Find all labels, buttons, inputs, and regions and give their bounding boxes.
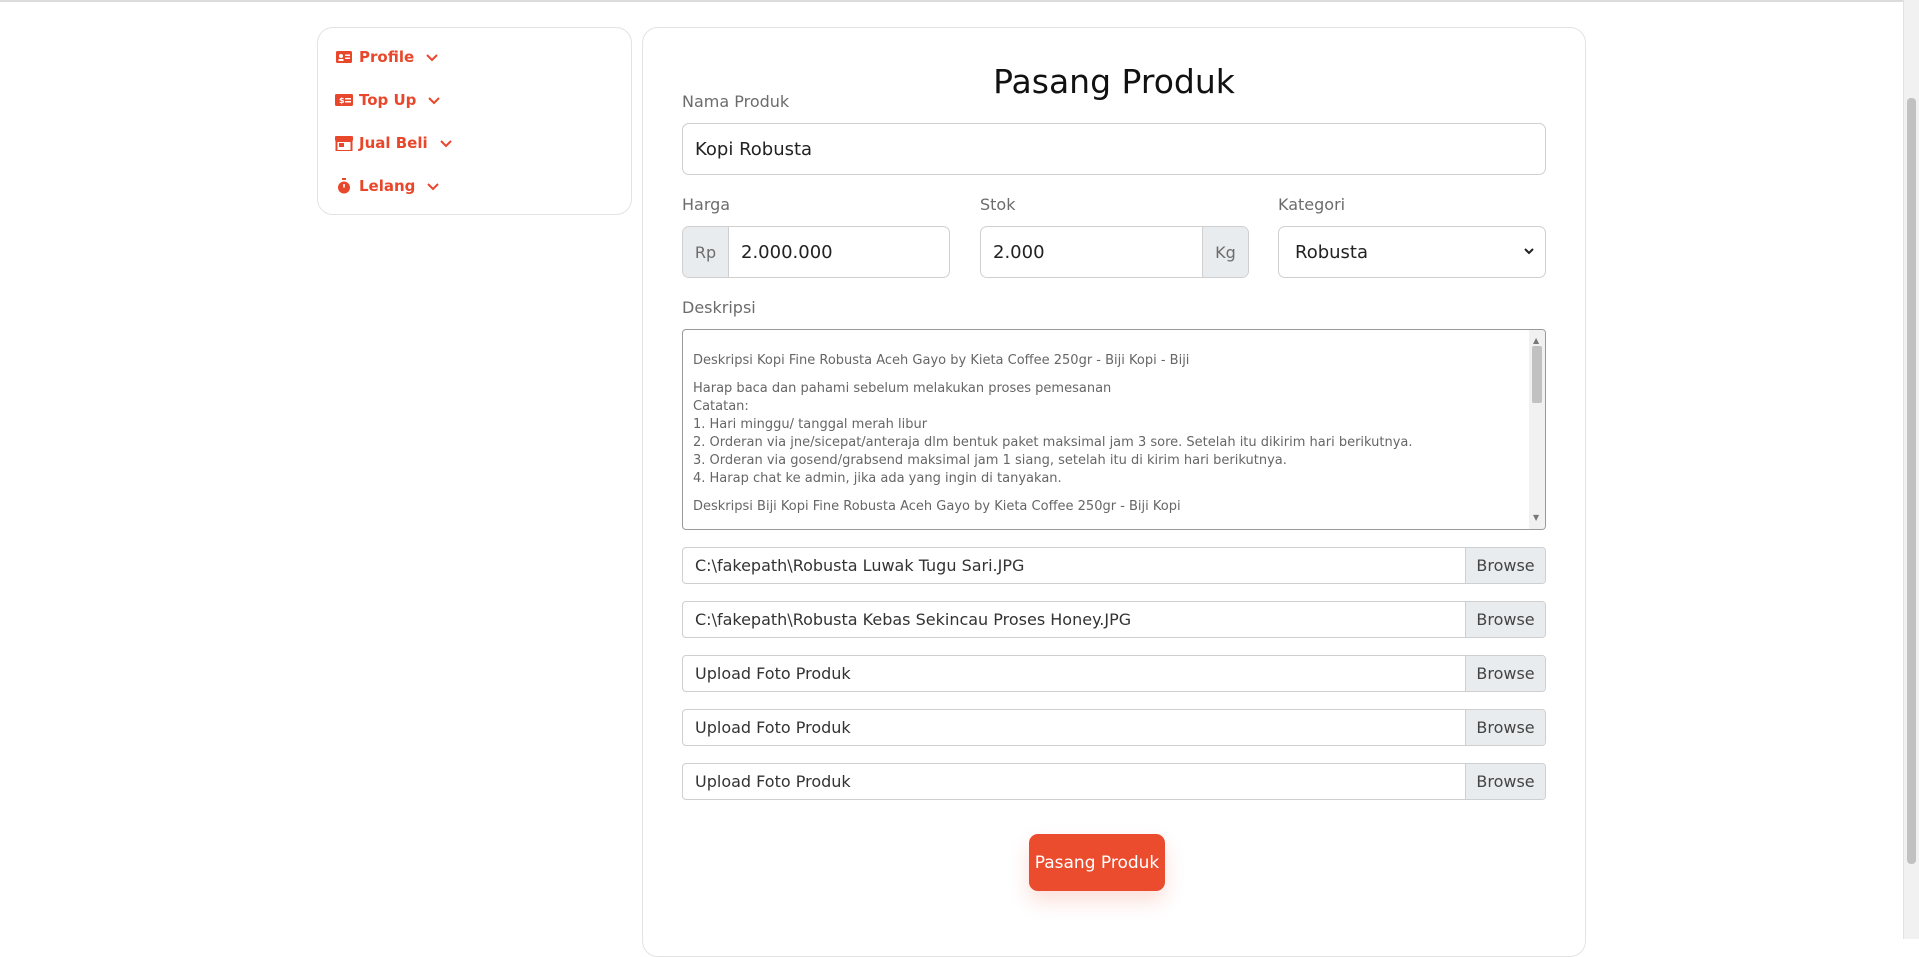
sidebar-item-profile[interactable]: Profile <box>335 48 440 66</box>
harga-label: Harga <box>682 195 731 214</box>
store-icon <box>335 135 353 151</box>
harga-input-group: Rp 2.000.000 <box>682 226 950 278</box>
file-input-1[interactable]: C:\fakepath\Robusta Luwak Tugu Sari.JPG … <box>682 547 1546 584</box>
kategori-value: Robusta <box>1295 241 1369 263</box>
stok-input-group: 2.000 Kg <box>980 226 1249 278</box>
chevron-down-icon <box>426 54 438 62</box>
textarea-scroll-thumb[interactable] <box>1532 346 1542 403</box>
nama-produk-value: Kopi Robusta <box>695 138 813 160</box>
browse-button[interactable]: Browse <box>1465 548 1545 583</box>
sidebar-menu: Profile $ Top Up Jual Beli Lelang <box>317 27 632 215</box>
file-input-3[interactable]: Upload Foto Produk Browse <box>682 655 1546 692</box>
pasang-produk-button[interactable]: Pasang Produk <box>1029 834 1165 891</box>
money-bill-icon: $ <box>335 92 353 108</box>
id-card-icon <box>335 49 353 65</box>
file-placeholder: Upload Foto Produk <box>695 664 851 683</box>
svg-text:$: $ <box>339 96 345 105</box>
sidebar-item-jual-beli[interactable]: Jual Beli <box>335 134 454 152</box>
sidebar-item-lelang[interactable]: Lelang <box>335 177 441 195</box>
nama-produk-label: Nama Produk <box>682 92 790 111</box>
sidebar-item-label: Profile <box>359 48 415 66</box>
kategori-select[interactable]: Robusta <box>1278 226 1546 278</box>
stok-label: Stok <box>980 195 1016 214</box>
rupiah-prefix: Rp <box>683 227 729 277</box>
sidebar-item-label: Jual Beli <box>359 134 428 152</box>
deskripsi-line: 1. Hari minggu/ tanggal merah libur <box>693 417 928 432</box>
file-input-4[interactable]: Upload Foto Produk Browse <box>682 709 1546 746</box>
deskripsi-line: 4. Harap chat ke admin, jika ada yang in… <box>693 471 1062 486</box>
deskripsi-line: 2. Orderan via jne/sicepat/anteraja dlm … <box>693 435 1413 450</box>
stok-input[interactable]: 2.000 <box>981 242 1202 263</box>
deskripsi-line: Deskripsi Kopi Fine Robusta Aceh Gayo by… <box>693 353 1190 368</box>
deskripsi-textarea[interactable]: Deskripsi Kopi Fine Robusta Aceh Gayo by… <box>682 329 1546 530</box>
browse-button[interactable]: Browse <box>1465 764 1545 799</box>
page-scrollbar[interactable] <box>1903 0 1919 939</box>
chevron-down-icon <box>427 183 440 191</box>
deskripsi-line: Catatan: <box>693 399 749 414</box>
chevron-down-icon <box>428 97 441 105</box>
file-placeholder: Upload Foto Produk <box>695 772 851 791</box>
file-input-2[interactable]: C:\fakepath\Robusta Kebas Sekincau Prose… <box>682 601 1546 638</box>
deskripsi-line: 3. Orderan via gosend/grabsend maksimal … <box>693 453 1287 468</box>
browse-button[interactable]: Browse <box>1465 656 1545 691</box>
file-placeholder: Upload Foto Produk <box>695 718 851 737</box>
harga-input[interactable]: 2.000.000 <box>729 242 833 263</box>
deskripsi-line: Deskripsi Biji Kopi Fine Robusta Aceh Ga… <box>693 499 1181 514</box>
top-border <box>0 0 1904 2</box>
kategori-label: Kategori <box>1278 195 1346 214</box>
scroll-down-icon[interactable]: ▼ <box>1533 509 1539 527</box>
file-input-5[interactable]: Upload Foto Produk Browse <box>682 763 1546 800</box>
chevron-down-icon <box>439 140 452 148</box>
deskripsi-line: Harap baca dan pahami sebelum melakukan … <box>693 381 1112 396</box>
sidebar-item-label: Lelang <box>359 177 416 195</box>
sidebar-item-label: Top Up <box>359 91 417 109</box>
textarea-scrollbar[interactable]: ▲ ▼ <box>1529 330 1545 529</box>
kg-suffix: Kg <box>1202 227 1248 277</box>
page-scroll-thumb[interactable] <box>1907 98 1916 864</box>
browse-button[interactable]: Browse <box>1465 602 1545 637</box>
deskripsi-label: Deskripsi <box>682 298 756 317</box>
browse-button[interactable]: Browse <box>1465 710 1545 745</box>
stopwatch-icon <box>335 178 353 194</box>
file-name: C:\fakepath\Robusta Kebas Sekincau Prose… <box>695 610 1132 629</box>
file-name: C:\fakepath\Robusta Luwak Tugu Sari.JPG <box>695 556 1025 575</box>
sidebar-item-top-up[interactable]: $ Top Up <box>335 91 442 109</box>
nama-produk-input[interactable]: Kopi Robusta <box>682 123 1546 175</box>
chevron-down-icon <box>1524 248 1534 255</box>
